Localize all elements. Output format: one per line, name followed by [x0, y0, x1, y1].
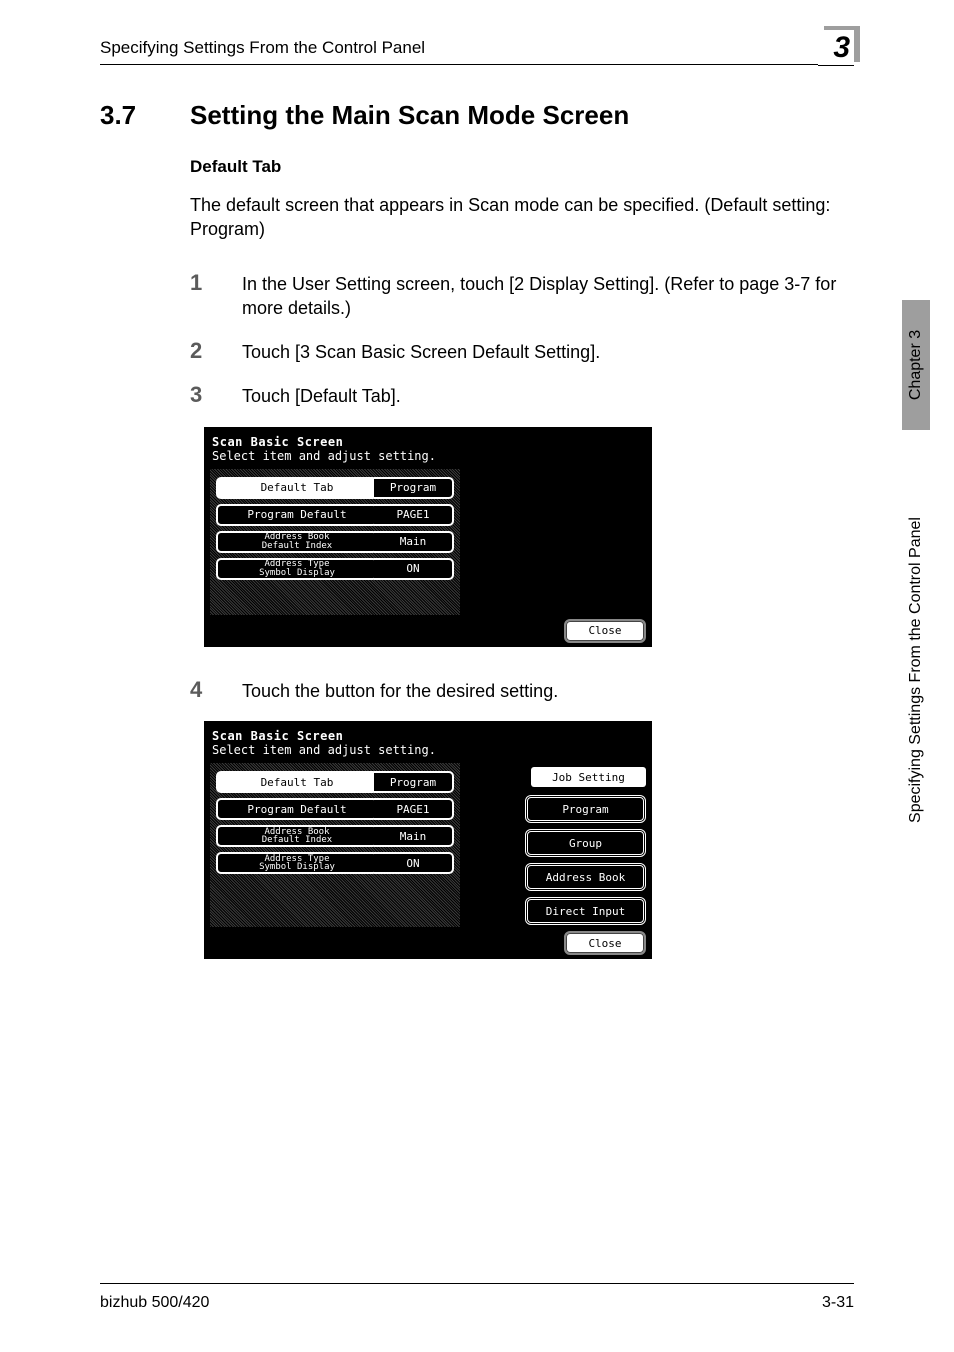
step-3: 3 Touch [Default Tab].: [190, 382, 854, 408]
close-button[interactable]: Close: [564, 619, 646, 643]
row-program-default[interactable]: Program Default PAGE1: [216, 504, 454, 526]
running-header-text: Specifying Settings From the Control Pan…: [100, 38, 425, 58]
screen-right-column: Job Setting Program Group Address Book D…: [470, 763, 646, 927]
step-4: 4 Touch the button for the desired setti…: [190, 677, 854, 703]
screen-left-column: Default Tab Program Program Default PAGE…: [210, 763, 460, 927]
side-tab-section: Specifying Settings From the Control Pan…: [902, 440, 930, 900]
body-paragraph: The default screen that appears in Scan …: [190, 193, 854, 242]
row-label-line2: Default Index: [262, 541, 332, 551]
side-tab-chapter-label: Chapter 3: [907, 330, 925, 400]
section-number: 3.7: [100, 100, 160, 131]
step-number: 3: [190, 382, 216, 408]
row-label: Program Default: [216, 798, 378, 820]
chapter-marker-front: 3: [818, 30, 854, 66]
footer-left: bizhub 500/420: [100, 1294, 209, 1312]
row-label-line2: Symbol Display: [259, 862, 335, 872]
row-value: ON: [374, 852, 454, 874]
screen-title: Scan Basic Screen: [210, 727, 646, 743]
row-value: Main: [374, 825, 454, 847]
row-value: Program: [374, 477, 454, 499]
step-text: In the User Setting screen, touch [2 Dis…: [242, 272, 854, 321]
chapter-number: 3: [833, 31, 850, 65]
section-heading: 3.7 Setting the Main Scan Mode Screen: [100, 100, 854, 131]
side-btn-direct-input[interactable]: Direct Input: [525, 897, 646, 925]
side-btn-program[interactable]: Program: [525, 795, 646, 823]
step-number: 2: [190, 338, 216, 364]
content: 3.7 Setting the Main Scan Mode Screen De…: [100, 100, 854, 989]
row-label: Address Type Symbol Display: [216, 852, 378, 874]
row-address-book-default-index[interactable]: Address Book Default Index Main: [216, 531, 454, 553]
side-tab-chapter: Chapter 3: [902, 300, 930, 430]
row-default-tab[interactable]: Default Tab Program: [216, 477, 454, 499]
screen-body: Default Tab Program Program Default PAGE…: [210, 763, 646, 927]
side-tab-section-label: Specifying Settings From the Control Pan…: [907, 517, 925, 823]
row-label: Program Default: [216, 504, 378, 526]
step-2: 2 Touch [3 Scan Basic Screen Default Set…: [190, 338, 854, 364]
step-text: Touch [3 Scan Basic Screen Default Setti…: [242, 340, 600, 364]
row-default-tab[interactable]: Default Tab Program: [216, 771, 454, 793]
chapter-marker: 3: [824, 26, 866, 68]
step-number: 1: [190, 270, 216, 296]
step-number: 4: [190, 677, 216, 703]
row-address-type-symbol-display[interactable]: Address Type Symbol Display ON: [216, 852, 454, 874]
row-label: Default Tab: [216, 477, 378, 499]
step-1: 1 In the User Setting screen, touch [2 D…: [190, 270, 854, 321]
close-button[interactable]: Close: [564, 931, 646, 955]
side-btn-group[interactable]: Group: [525, 829, 646, 857]
row-label-line2: Default Index: [262, 835, 332, 845]
screen-subtitle: Select item and adjust setting.: [210, 743, 646, 763]
device-screen-1: Scan Basic Screen Select item and adjust…: [204, 427, 652, 647]
row-program-default[interactable]: Program Default PAGE1: [216, 798, 454, 820]
side-btn-address-book[interactable]: Address Book: [525, 863, 646, 891]
row-value: Program: [374, 771, 454, 793]
section-title: Setting the Main Scan Mode Screen: [190, 100, 629, 131]
row-value: ON: [374, 558, 454, 580]
running-header: Specifying Settings From the Control Pan…: [100, 38, 854, 65]
screen-title: Scan Basic Screen: [210, 433, 646, 449]
row-label-line2: Symbol Display: [259, 568, 335, 578]
step-text: Touch the button for the desired setting…: [242, 679, 558, 703]
screen-bottom-bar: Close: [210, 927, 646, 955]
screen-body: Default Tab Program Program Default PAGE…: [210, 469, 646, 615]
footer-right: 3-31: [822, 1294, 854, 1312]
row-label: Address Book Default Index: [216, 825, 378, 847]
subsection-heading: Default Tab: [190, 157, 854, 177]
screen-bottom-bar: Close: [210, 615, 646, 643]
page: Specifying Settings From the Control Pan…: [0, 0, 954, 1352]
row-address-book-default-index[interactable]: Address Book Default Index Main: [216, 825, 454, 847]
row-address-type-symbol-display[interactable]: Address Type Symbol Display ON: [216, 558, 454, 580]
row-value: PAGE1: [374, 798, 454, 820]
side-group-label: Job Setting: [531, 767, 646, 787]
step-text: Touch [Default Tab].: [242, 384, 401, 408]
row-label: Address Book Default Index: [216, 531, 378, 553]
footer: bizhub 500/420 3-31: [100, 1283, 854, 1312]
screen-subtitle: Select item and adjust setting.: [210, 449, 646, 469]
screen-left-column: Default Tab Program Program Default PAGE…: [210, 469, 460, 615]
row-value: PAGE1: [374, 504, 454, 526]
row-label: Default Tab: [216, 771, 378, 793]
row-label: Address Type Symbol Display: [216, 558, 378, 580]
row-value: Main: [374, 531, 454, 553]
device-screen-2: Scan Basic Screen Select item and adjust…: [204, 721, 652, 959]
